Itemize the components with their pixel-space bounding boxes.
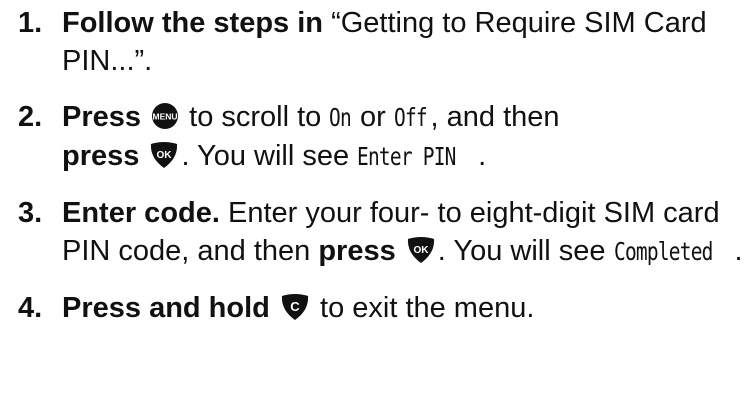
menu-key-label: MENU	[153, 112, 178, 122]
lcd-text-on: On	[329, 103, 352, 132]
lcd-text-enter-pin: Enter PIN	[357, 142, 456, 171]
step-number: 3.	[18, 197, 43, 229]
step-text: , and then	[430, 101, 560, 133]
instruction-steps: 1. Follow the steps in “Getting to Requi…	[18, 4, 748, 345]
step-number: 4.	[18, 292, 43, 324]
lcd-text-off: Off	[393, 103, 428, 132]
step-text: to exit the menu.	[311, 292, 535, 324]
step-3: 3. Enter code. Enter your four- to eight…	[18, 194, 748, 271]
step-text: or	[351, 101, 394, 133]
step-text: . You will see	[437, 235, 614, 267]
menu-key-icon: MENU	[151, 102, 179, 130]
clear-key-icon: C	[280, 293, 310, 321]
clear-key-label: C	[290, 299, 300, 314]
step-4: 4. Press and hold C to exit the menu.	[18, 289, 748, 327]
step-bold-text: press	[318, 235, 396, 267]
step-number: 2.	[18, 101, 43, 133]
step-bold-text: press	[62, 140, 140, 172]
step-2: 2. Press MENU to scroll to On or Off, an…	[18, 98, 748, 176]
step-text: to scroll to	[181, 101, 330, 133]
step-bold-text: Press and hold	[62, 292, 270, 324]
step-number: 1.	[18, 7, 43, 39]
ok-key-label: OK	[413, 245, 429, 256]
step-text: .	[734, 235, 743, 267]
step-text: . You will see	[181, 140, 358, 172]
ok-key-icon: OK	[149, 141, 179, 169]
lcd-text-completed: Completed	[613, 237, 713, 266]
step-bold-text: Enter code.	[62, 197, 220, 229]
step-1: 1. Follow the steps in “Getting to Requi…	[18, 4, 748, 80]
step-bold-text: Press	[62, 101, 142, 133]
step-text: .	[478, 140, 487, 172]
step-bold-text: Follow the steps in	[62, 7, 324, 39]
ok-key-icon: OK	[406, 236, 436, 264]
ok-key-label: OK	[157, 150, 173, 161]
